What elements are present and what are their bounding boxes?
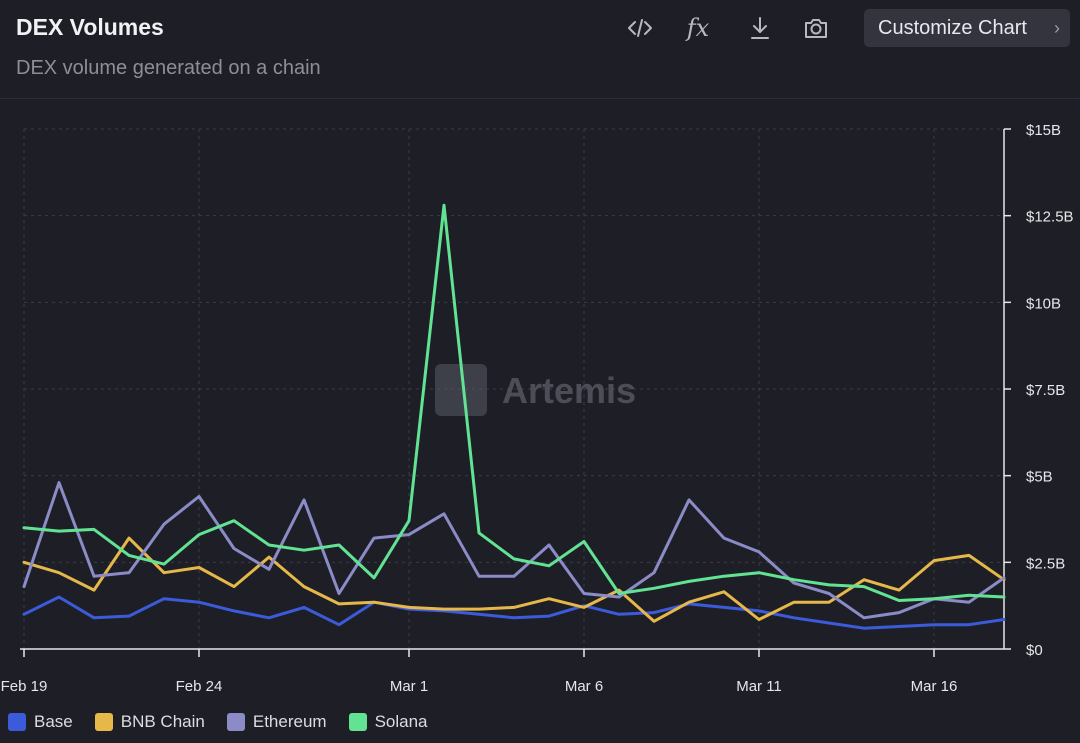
x-tick-label: Mar 6 bbox=[565, 678, 603, 695]
legend-item[interactable]: Solana bbox=[348, 712, 428, 732]
chart-subtitle: DEX volume generated on a chain bbox=[16, 57, 321, 79]
chart-header: DEX Volumes DEX volume generated on a ch… bbox=[0, 0, 1080, 99]
download-icon[interactable] bbox=[740, 10, 780, 46]
legend-label: Base bbox=[34, 712, 73, 731]
legend-swatch bbox=[94, 713, 113, 731]
legend-swatch bbox=[348, 713, 367, 731]
fx-icon[interactable]: fx bbox=[678, 10, 718, 46]
legend: Base BNB Chain Ethereum Solana bbox=[8, 712, 450, 732]
legend-item[interactable]: Ethereum bbox=[226, 712, 327, 732]
y-tick-label: $2.5B bbox=[1026, 555, 1065, 572]
legend-item[interactable]: BNB Chain bbox=[94, 712, 205, 732]
y-tick-label: $10B bbox=[1026, 295, 1061, 312]
camera-icon[interactable] bbox=[796, 10, 836, 46]
y-tick-label: $7.5B bbox=[1026, 382, 1065, 399]
legend-swatch bbox=[226, 713, 245, 731]
x-tick-label: Mar 11 bbox=[736, 678, 782, 695]
legend-item[interactable]: Base bbox=[8, 712, 73, 732]
y-tick-label: $5B bbox=[1026, 469, 1053, 486]
chart-area: $0 $2.5B $5B $7.5B $10B $12.5B $15B Feb 19 Feb 2… bbox=[1, 122, 1074, 695]
x-tick-label: Feb 24 bbox=[176, 678, 223, 695]
x-tick-label: Mar 1 bbox=[390, 678, 428, 695]
legend-label: Solana bbox=[374, 712, 428, 731]
series-line-ethereum bbox=[22, 481, 1006, 620]
chevron-right-icon: › bbox=[1054, 18, 1060, 38]
chart-title: DEX Volumes bbox=[16, 14, 164, 40]
customize-chart-button[interactable]: Customize Chart › bbox=[864, 9, 1070, 47]
customize-chart-label: Customize Chart bbox=[878, 16, 1027, 39]
legend-label: BNB Chain bbox=[120, 712, 205, 731]
code-icon[interactable] bbox=[620, 10, 660, 46]
series-line-bnb-chain bbox=[22, 536, 1006, 623]
y-tick-label: $15B bbox=[1026, 122, 1061, 139]
x-tick-label: Mar 16 bbox=[911, 678, 958, 695]
legend-swatch bbox=[8, 713, 26, 731]
y-tick-label: $12.5B bbox=[1026, 209, 1074, 226]
y-tick-label: $0 bbox=[1026, 642, 1043, 659]
watermark-text: Artemis bbox=[502, 370, 636, 411]
x-tick-label: Feb 19 bbox=[1, 678, 48, 695]
legend-label: Ethereum bbox=[252, 712, 327, 731]
